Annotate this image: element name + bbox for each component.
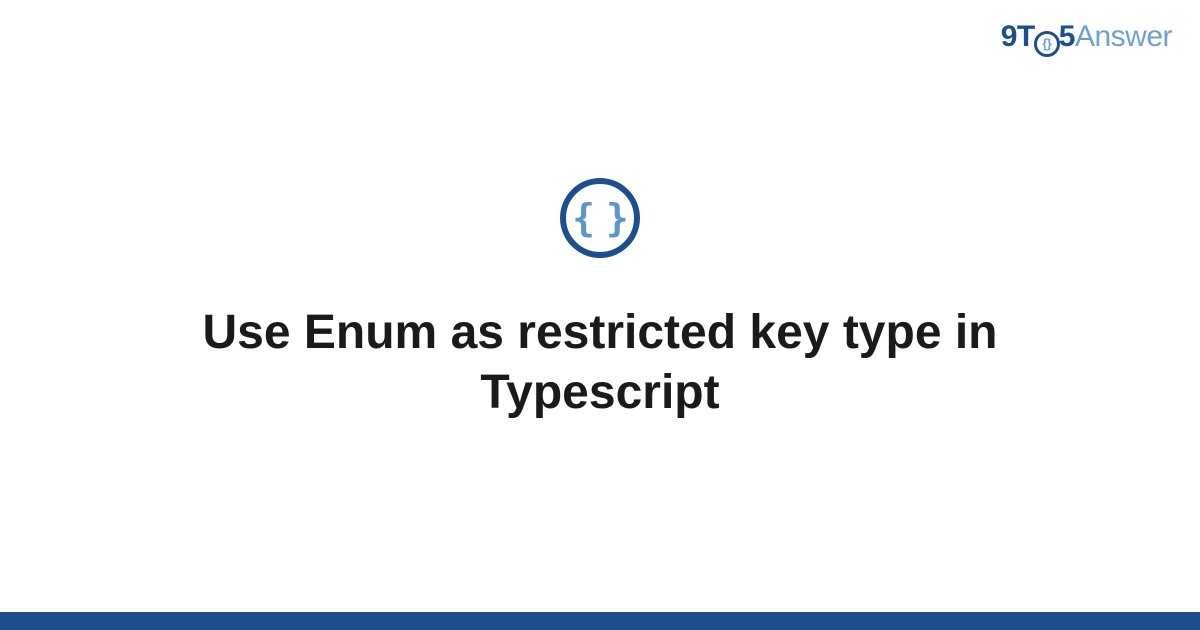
category-icon-circle: { }	[560, 178, 640, 258]
code-braces-icon: { }	[572, 196, 623, 240]
main-content: { } Use Enum as restricted key type in T…	[0, 0, 1200, 630]
page-title: Use Enum as restricted key type in Types…	[100, 303, 1100, 423]
footer-accent-bar	[0, 612, 1200, 630]
